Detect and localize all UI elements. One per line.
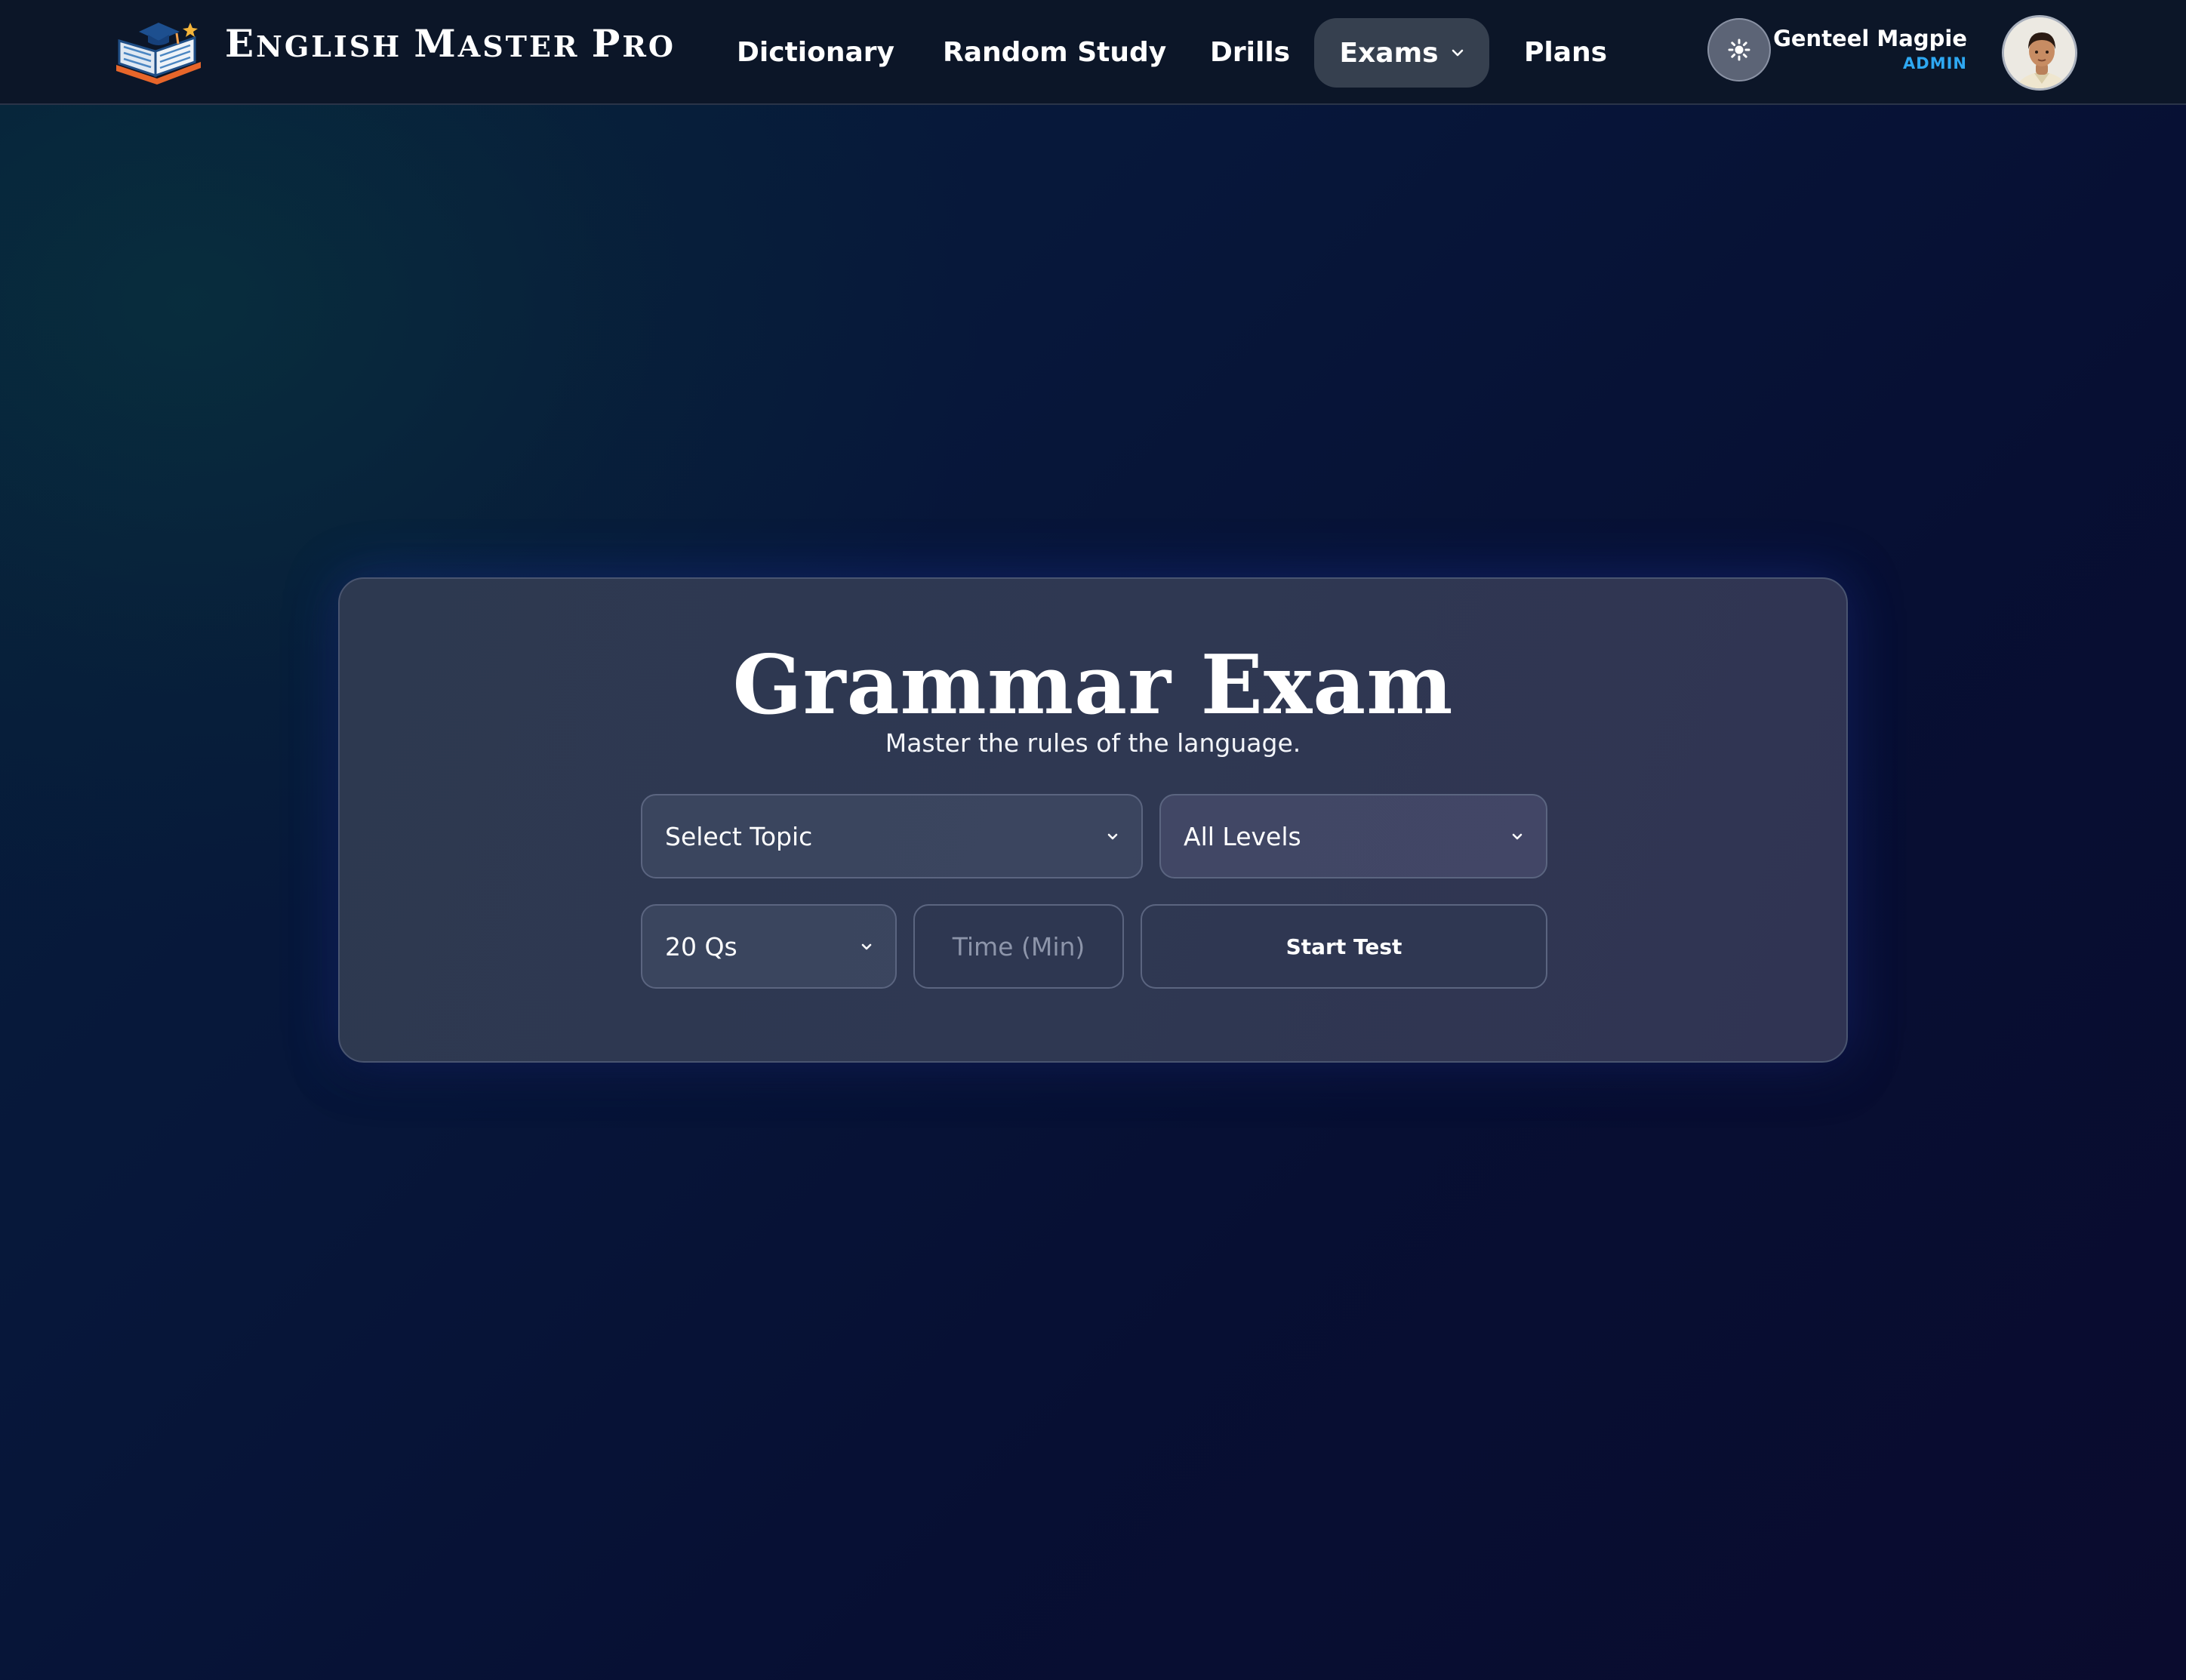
level-select[interactable]: All Levels (1159, 794, 1547, 878)
user-role-badge: ADMIN (1903, 54, 1967, 72)
user-avatar-image (2004, 17, 2075, 88)
top-navbar: ENGLISH MASTER PRO Dictionary Random Stu… (0, 0, 2186, 105)
exam-setup-card: Grammar Exam Master the rules of the lan… (338, 577, 1848, 1063)
book-logo-icon (116, 23, 201, 85)
user-name: Genteel Magpie (1773, 26, 1967, 51)
brand-name: ENGLISH MASTER PRO (225, 21, 676, 66)
nav-exams-dropdown[interactable]: Exams (1314, 18, 1489, 88)
start-test-button[interactable]: Start Test (1141, 904, 1547, 989)
question-count-value: 20 Qs (665, 931, 737, 962)
nav-random-study[interactable]: Random Study (943, 33, 1166, 72)
chevron-down-icon (1512, 833, 1523, 839)
avatar[interactable] (2002, 15, 2077, 91)
nav-plans[interactable]: Plans (1524, 33, 1607, 72)
page-title: Grammar Exam (732, 638, 1454, 733)
nav-exams-label: Exams (1339, 37, 1439, 69)
chevron-down-icon (861, 943, 872, 949)
sun-icon (1728, 38, 1750, 61)
theme-toggle-button[interactable] (1707, 18, 1771, 82)
topic-select-value: Select Topic (665, 821, 813, 851)
topic-select[interactable]: Select Topic (641, 794, 1143, 878)
question-count-select[interactable]: 20 Qs (641, 904, 897, 989)
nav-dictionary[interactable]: Dictionary (737, 33, 894, 72)
nav-drills[interactable]: Drills (1210, 33, 1290, 72)
level-select-value: All Levels (1184, 821, 1301, 851)
brand-logo-link[interactable]: ENGLISH MASTER PRO (112, 18, 673, 86)
chevron-down-icon (1107, 833, 1118, 839)
chevron-down-icon (1452, 49, 1463, 57)
page-subtitle: Master the rules of the language. (885, 728, 1301, 758)
time-field[interactable] (913, 904, 1124, 989)
time-input[interactable] (938, 931, 1100, 962)
